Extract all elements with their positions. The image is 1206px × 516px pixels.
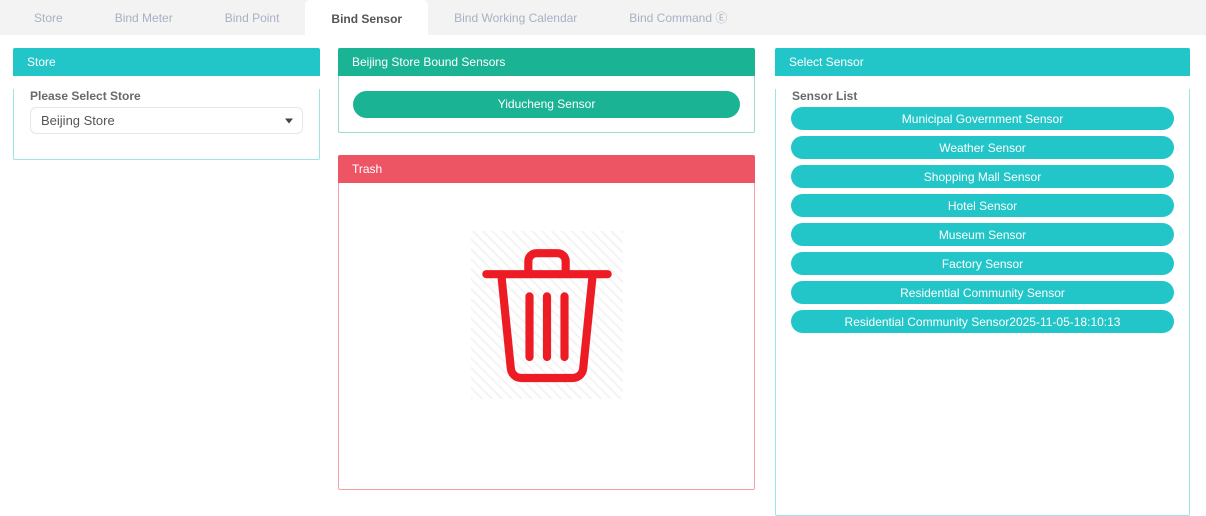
store-panel-body: Please Select Store Beijing Store (13, 89, 320, 160)
sensor-pill-shopping-mall[interactable]: Shopping Mall Sensor (791, 165, 1174, 188)
sensor-pill-municipal-government[interactable]: Municipal Government Sensor (791, 107, 1174, 130)
bound-sensors-body: Yiducheng Sensor (338, 76, 755, 133)
select-sensor-title: Select Sensor (775, 48, 1190, 76)
store-select[interactable]: Beijing Store (30, 107, 303, 134)
select-store-label: Please Select Store (30, 89, 303, 103)
trash-dropzone[interactable] (338, 183, 755, 490)
tab-bind-sensor[interactable]: Bind Sensor (305, 0, 428, 38)
select-sensor-body: Sensor List Municipal Government Sensor … (775, 89, 1190, 516)
sensor-pill-hotel[interactable]: Hotel Sensor (791, 194, 1174, 217)
tab-store[interactable]: Store (8, 0, 89, 35)
tab-bind-command[interactable]: Bind Command Ⓔ (603, 0, 753, 35)
bound-sensors-title: Beijing Store Bound Sensors (338, 48, 755, 76)
sensor-pill-residential-community[interactable]: Residential Community Sensor (791, 281, 1174, 304)
sensor-pill-factory[interactable]: Factory Sensor (791, 252, 1174, 275)
store-panel-title: Store (13, 48, 320, 76)
trash-icon (471, 231, 623, 399)
store-select-value: Beijing Store (41, 113, 115, 128)
trash-panel-title: Trash (338, 155, 755, 183)
sensor-pill-weather[interactable]: Weather Sensor (791, 136, 1174, 159)
chevron-down-icon (285, 118, 293, 123)
trash-panel: Trash (338, 155, 755, 490)
select-sensor-panel: Select Sensor Sensor List Municipal Gove… (775, 48, 1190, 516)
bound-sensor-pill[interactable]: Yiducheng Sensor (353, 91, 740, 118)
tab-bar: Store Bind Meter Bind Point Bind Sensor … (0, 0, 1206, 35)
tab-bind-working-calendar[interactable]: Bind Working Calendar (428, 0, 603, 35)
sensor-pill-residential-community-timestamp[interactable]: Residential Community Sensor2025-11-05-1… (791, 310, 1174, 333)
store-panel: Store Please Select Store Beijing Store (13, 48, 320, 160)
sensor-pill-museum[interactable]: Museum Sensor (791, 223, 1174, 246)
sensor-list-label: Sensor List (792, 89, 1173, 103)
tab-bind-meter[interactable]: Bind Meter (89, 0, 199, 35)
bound-sensors-panel: Beijing Store Bound Sensors Yiducheng Se… (338, 48, 755, 133)
tab-bind-point[interactable]: Bind Point (199, 0, 306, 35)
